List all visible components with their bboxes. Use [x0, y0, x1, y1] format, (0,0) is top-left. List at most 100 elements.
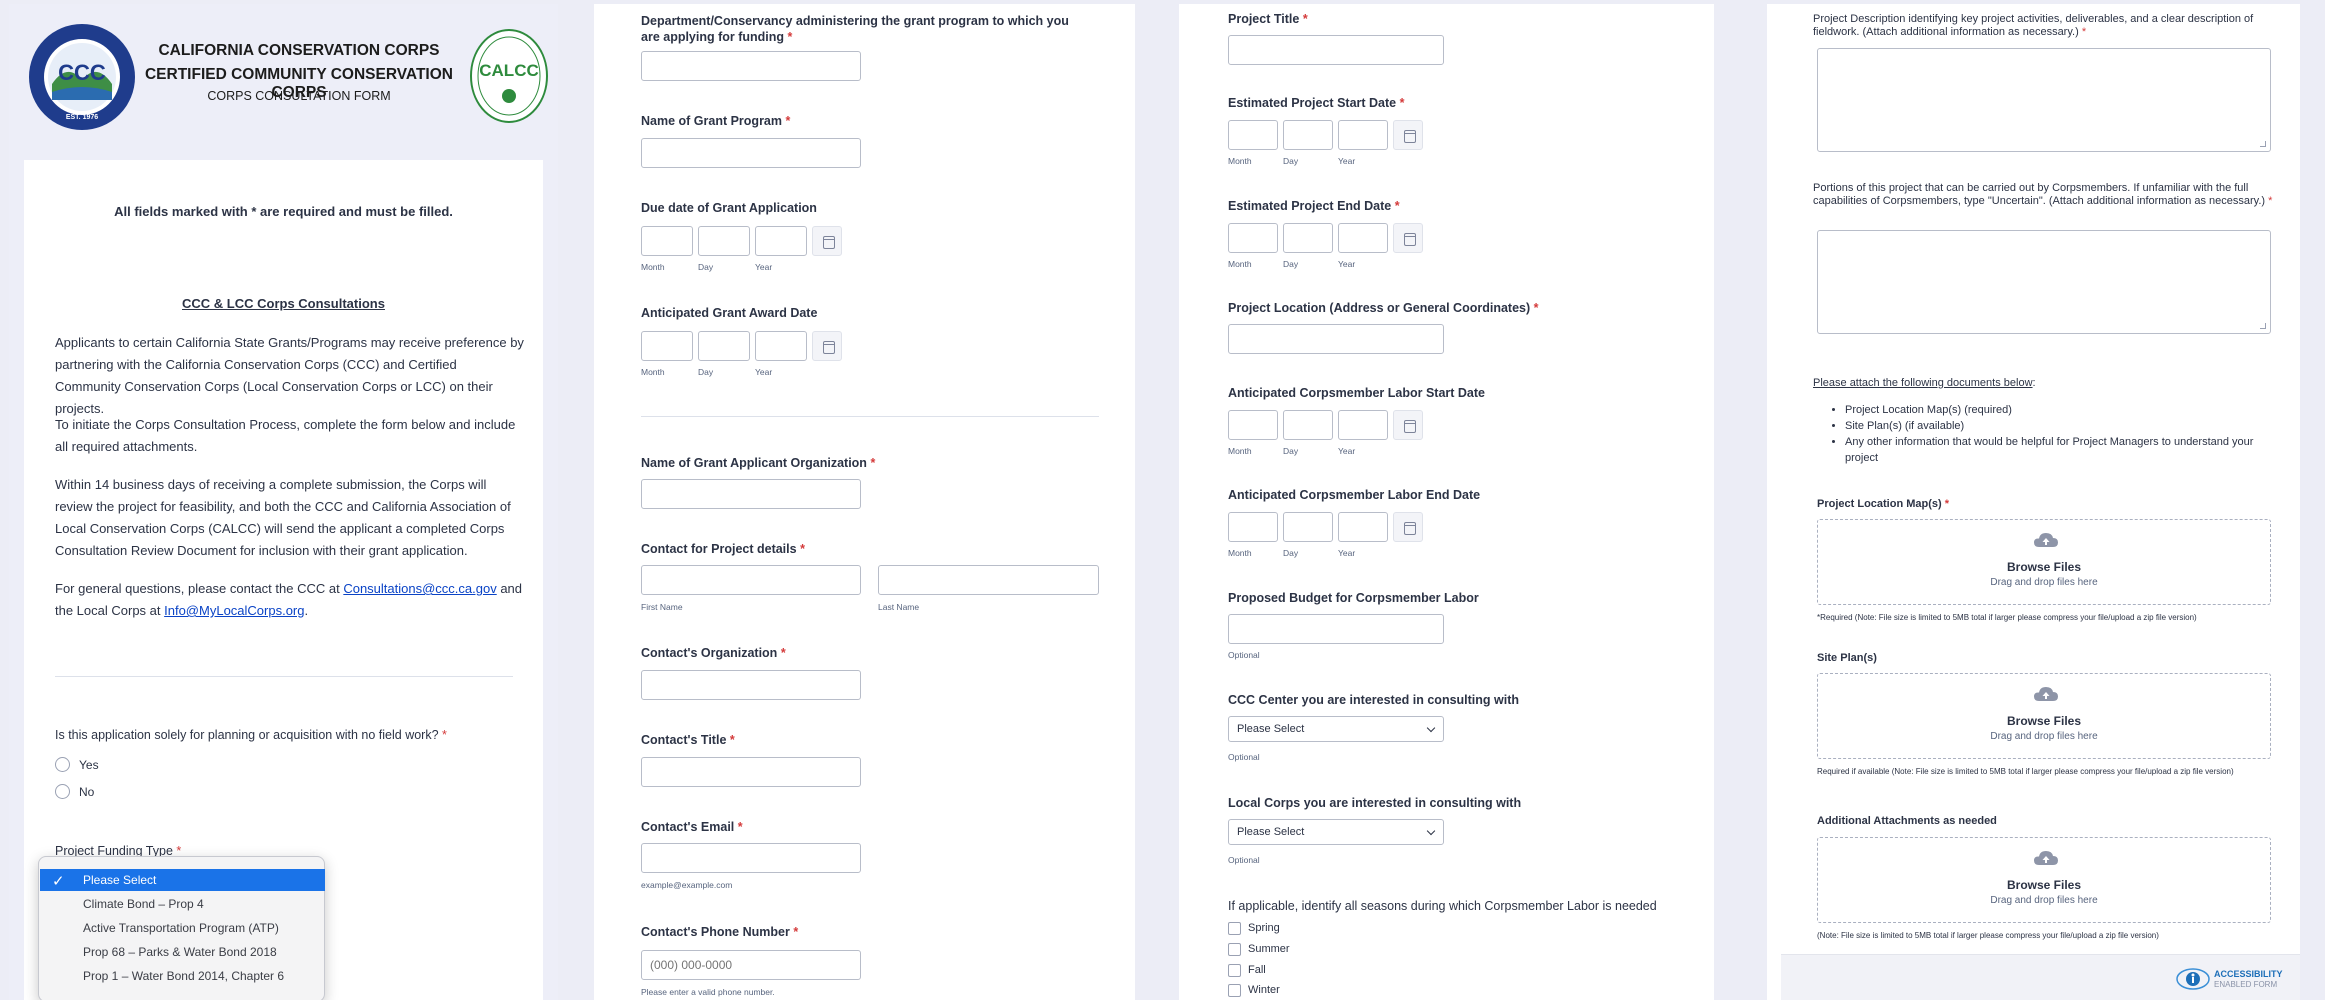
start-date-month[interactable] — [1228, 120, 1278, 150]
list-item: Site Plan(s) (if available) — [1845, 418, 2275, 434]
upload-cloud-icon — [2034, 851, 2058, 865]
required-mark: * — [1533, 301, 1539, 315]
radio-no[interactable] — [55, 784, 70, 799]
start-date-day[interactable] — [1283, 120, 1333, 150]
award-date-label: Anticipated Grant Award Date — [641, 306, 818, 320]
due-date-year[interactable] — [755, 226, 807, 256]
date-sub-day: Day — [1283, 156, 1299, 166]
description-textarea[interactable] — [1817, 48, 2271, 152]
intro-paragraph-4: For general questions, please contact th… — [55, 578, 525, 622]
applicant-org-label: Name of Grant Applicant Organization * — [641, 456, 875, 472]
project-title-text: Project Title — [1228, 12, 1300, 26]
additional-label: Additional Attachments as needed — [1817, 815, 1997, 827]
season-checkbox-fall[interactable] — [1228, 964, 1241, 977]
list-item: Project Location Map(s) (required) — [1845, 402, 2275, 418]
due-date-day[interactable] — [698, 226, 750, 256]
local-corps-select[interactable]: Please Select — [1228, 819, 1444, 845]
dropdown-option[interactable]: Prop 68 – Parks & Water Bond 2018 — [40, 941, 325, 963]
labor-start-month[interactable] — [1228, 410, 1278, 440]
site-plan-label: Site Plan(s) — [1817, 652, 1877, 664]
award-date-year[interactable] — [755, 331, 807, 361]
badge-line2: ENABLED FORM — [2214, 980, 2278, 989]
calcc-logo: CALCC — [469, 26, 549, 126]
browse-files-button[interactable]: Browse Files — [1818, 560, 2270, 574]
additional-upload-dropzone[interactable]: Browse Files Drag and drop files here — [1817, 837, 2271, 923]
labor-start-year[interactable] — [1338, 410, 1388, 440]
map-upload-dropzone[interactable]: Browse Files Drag and drop files here — [1817, 519, 2271, 605]
start-date-year[interactable] — [1338, 120, 1388, 150]
calendar-icon[interactable] — [1393, 512, 1423, 542]
dropdown-option[interactable]: Active Transportation Program (ATP) — [40, 917, 325, 939]
dropdown-option[interactable]: Climate Bond – Prop 4 — [40, 893, 325, 915]
calendar-icon[interactable] — [812, 226, 842, 256]
first-name-input[interactable] — [641, 565, 861, 595]
ccc-center-select[interactable]: Please Select — [1228, 716, 1444, 742]
required-mark: * — [442, 728, 447, 742]
calendar-icon[interactable] — [1393, 410, 1423, 440]
accessibility-badge[interactable]: ACCESSIBILITY ENABLED FORM — [2176, 967, 2296, 993]
badge-line1: ACCESSIBILITY — [2214, 969, 2283, 979]
grant-program-input[interactable] — [641, 138, 861, 168]
ccc-email-link[interactable]: Consultations@ccc.ca.gov — [343, 581, 496, 596]
calendar-icon[interactable] — [1393, 120, 1423, 150]
labor-end-year[interactable] — [1338, 512, 1388, 542]
dropdown-option[interactable]: ✓ Please Select — [40, 869, 325, 891]
labor-end-month[interactable] — [1228, 512, 1278, 542]
radio-yes-label: Yes — [79, 758, 99, 772]
date-sub-year: Year — [1338, 548, 1356, 558]
season-checkbox-winter[interactable] — [1228, 984, 1241, 997]
calendar-icon[interactable] — [812, 331, 842, 361]
department-text: Department/Conservancy administering the… — [641, 14, 1069, 44]
end-date-year[interactable] — [1338, 223, 1388, 253]
ccc-logo-est: EST. 1976 — [65, 114, 99, 121]
department-input[interactable] — [641, 51, 861, 81]
last-name-input[interactable] — [878, 565, 1099, 595]
browse-files-button[interactable]: Browse Files — [1818, 878, 2270, 892]
attach-list: Project Location Map(s) (required) Site … — [1845, 402, 2275, 466]
budget-input[interactable] — [1228, 614, 1444, 644]
season-checkbox-spring[interactable] — [1228, 922, 1241, 935]
dropdown-option-label: Please Select — [83, 873, 157, 887]
location-input[interactable] — [1228, 324, 1444, 354]
required-mark: * — [870, 456, 876, 470]
required-mark: * — [800, 542, 805, 556]
end-date-day[interactable] — [1283, 223, 1333, 253]
radio-yes[interactable] — [55, 757, 70, 772]
applicant-org-input[interactable] — [641, 479, 861, 509]
contact-title-label: Contact's Title * — [641, 733, 735, 749]
date-sub-month: Month — [641, 262, 665, 272]
first-name-sub: First Name — [641, 602, 683, 612]
site-plan-upload-dropzone[interactable]: Browse Files Drag and drop files here — [1817, 673, 2271, 759]
funding-type-dropdown-menu[interactable]: ✓ Please Select Climate Bond – Prop 4 Ac… — [38, 856, 325, 1000]
local-corps-email-link[interactable]: Info@MyLocalCorps.org — [164, 603, 304, 618]
calendar-icon[interactable] — [1393, 223, 1423, 253]
end-date-month[interactable] — [1228, 223, 1278, 253]
browse-files-button[interactable]: Browse Files — [1818, 714, 2270, 728]
award-date-month[interactable] — [641, 331, 693, 361]
labor-end-label: Anticipated Corpsmember Labor End Date — [1228, 488, 1481, 502]
resize-grip-icon[interactable] — [2260, 323, 2266, 329]
labor-end-day[interactable] — [1283, 512, 1333, 542]
contact-org-input[interactable] — [641, 670, 861, 700]
contact-org-label: Contact's Organization * — [641, 646, 786, 662]
due-date-month[interactable] — [641, 226, 693, 256]
dropdown-option[interactable]: Prop 1 – Water Bond 2014, Chapter 6 — [40, 965, 325, 987]
award-date-day[interactable] — [698, 331, 750, 361]
contact-email-input[interactable] — [641, 843, 861, 873]
phone-input[interactable] — [641, 950, 861, 980]
required-mark: * — [780, 646, 786, 660]
resize-grip-icon[interactable] — [2260, 141, 2266, 147]
season-checkbox-summer[interactable] — [1228, 943, 1241, 956]
end-date-label: Estimated Project End Date * — [1228, 199, 1400, 215]
project-title-input[interactable] — [1228, 35, 1444, 65]
required-mark: * — [787, 29, 793, 44]
required-mark: * — [785, 114, 791, 128]
date-sub-year: Year — [1338, 259, 1356, 269]
portions-textarea[interactable] — [1817, 230, 2271, 334]
labor-start-day[interactable] — [1283, 410, 1333, 440]
drag-drop-text: Drag and drop files here — [1990, 731, 2098, 742]
season-label-winter: Winter — [1248, 984, 1280, 996]
intro-paragraph-3: Within 14 business days of receiving a c… — [55, 477, 511, 558]
season-label-spring: Spring — [1248, 922, 1280, 934]
contact-title-input[interactable] — [641, 757, 861, 787]
